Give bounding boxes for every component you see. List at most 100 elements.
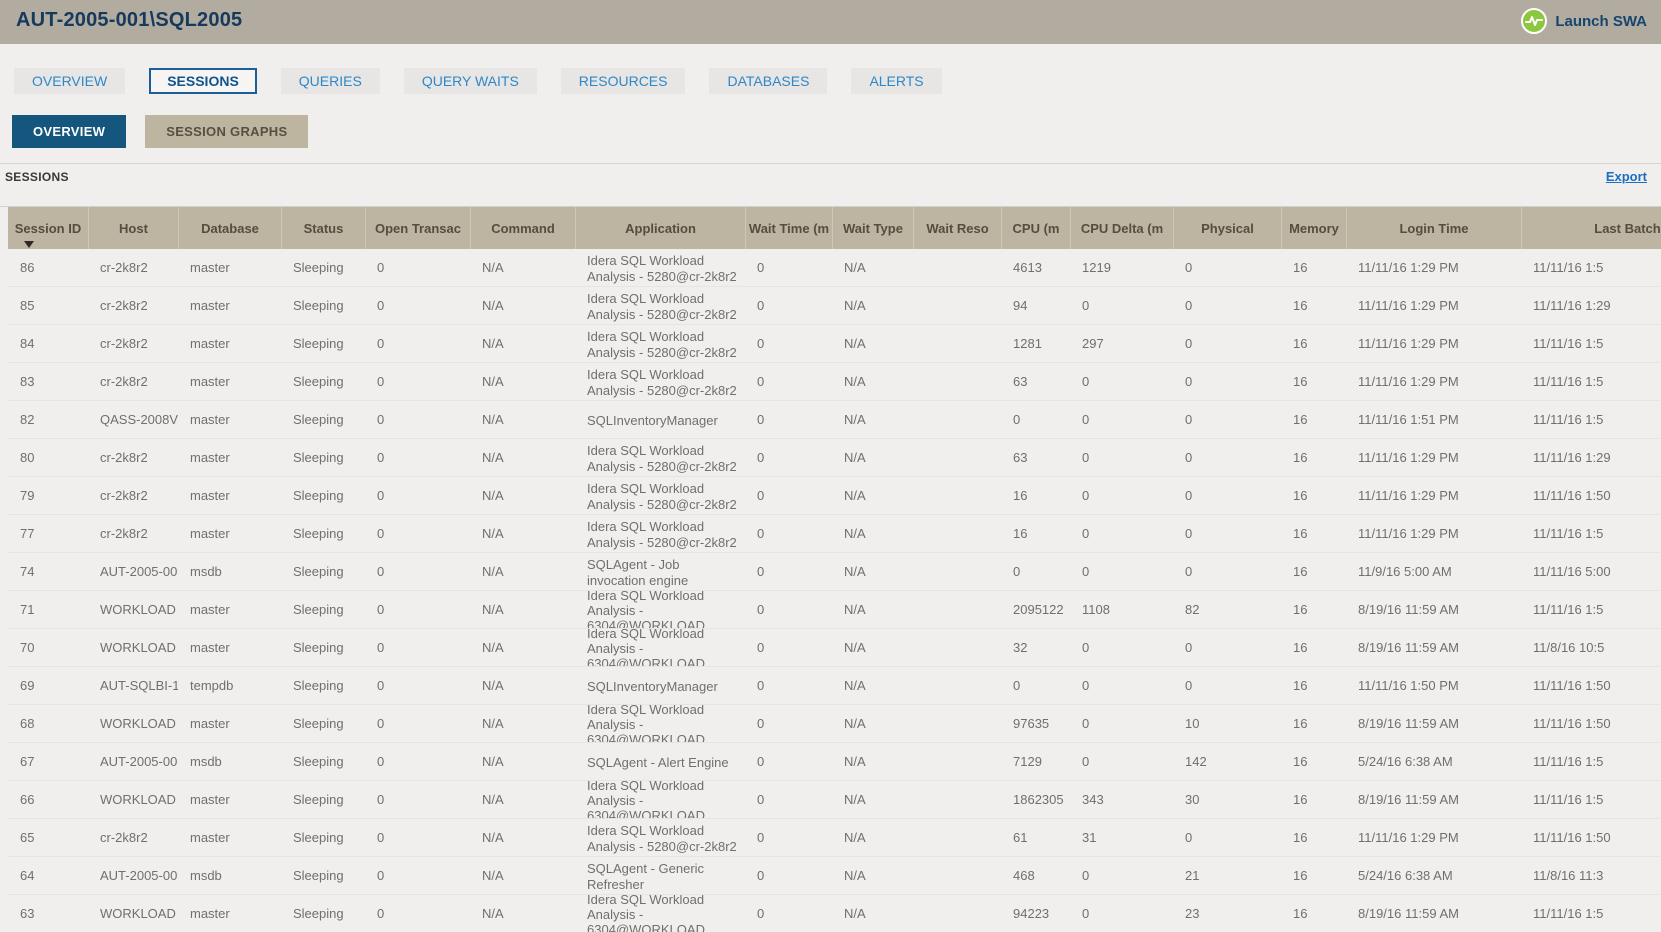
cell-session_id: 64	[8, 857, 88, 894]
cell-open_trans: 0	[365, 895, 470, 932]
cell-memory: 16	[1281, 249, 1346, 286]
cell-cpu_delta: 0	[1070, 857, 1173, 894]
cell-wait_time: 0	[745, 477, 832, 514]
cell-cpu_delta: 0	[1070, 743, 1173, 780]
cell-wait_type: N/A	[832, 781, 913, 818]
table-row[interactable]: 84cr-2k8r2masterSleeping0N/AIdera SQL Wo…	[8, 325, 1661, 363]
cell-command: N/A	[470, 363, 575, 400]
column-header-memory[interactable]: Memory	[1281, 207, 1346, 249]
cell-status: Sleeping	[281, 743, 365, 780]
column-header-last_batch[interactable]: Last Batch	[1521, 207, 1661, 249]
cell-physical: 0	[1173, 249, 1281, 286]
cell-command: N/A	[470, 249, 575, 286]
cell-open_trans: 0	[365, 667, 470, 704]
table-row[interactable]: 83cr-2k8r2masterSleeping0N/AIdera SQL Wo…	[8, 363, 1661, 401]
cell-last_batch: 11/8/16 11:3	[1521, 857, 1661, 894]
tab-query-waits[interactable]: QUERY WAITS	[404, 68, 537, 94]
column-header-command[interactable]: Command	[470, 207, 575, 249]
cell-login_time: 8/19/16 11:59 AM	[1346, 705, 1521, 742]
cell-cpu_delta: 0	[1070, 629, 1173, 666]
table-row[interactable]: 77cr-2k8r2masterSleeping0N/AIdera SQL Wo…	[8, 515, 1661, 553]
table-row[interactable]: 79cr-2k8r2masterSleeping0N/AIdera SQL Wo…	[8, 477, 1661, 515]
cell-application: Idera SQL Workload Analysis - 6304@WORKL…	[575, 781, 745, 818]
column-header-open_trans[interactable]: Open Transac	[365, 207, 470, 249]
launch-swa-button[interactable]: Launch SWA	[1521, 8, 1647, 34]
table-row[interactable]: 85cr-2k8r2masterSleeping0N/AIdera SQL Wo…	[8, 287, 1661, 325]
table-row[interactable]: 67AUT-2005-001msdbSleeping0N/ASQLAgent -…	[8, 743, 1661, 781]
cell-application: SQLInventoryManager	[575, 667, 745, 704]
cell-last_batch: 11/11/16 1:50	[1521, 667, 1661, 704]
cell-status: Sleeping	[281, 249, 365, 286]
cell-session_id: 70	[8, 629, 88, 666]
tab-overview[interactable]: OVERVIEW	[14, 68, 125, 94]
cell-cpu: 63	[1001, 439, 1070, 476]
cell-database: master	[178, 439, 281, 476]
cell-wait_reso	[913, 667, 1001, 704]
cell-open_trans: 0	[365, 819, 470, 856]
cell-database: master	[178, 401, 281, 438]
cell-wait_reso	[913, 743, 1001, 780]
cell-status: Sleeping	[281, 781, 365, 818]
table-row[interactable]: 68WORKLOADmasterSleeping0N/AIdera SQL Wo…	[8, 705, 1661, 743]
cell-physical: 30	[1173, 781, 1281, 818]
cell-wait_time: 0	[745, 439, 832, 476]
column-header-cpu[interactable]: CPU (m	[1001, 207, 1070, 249]
column-header-physical[interactable]: Physical	[1173, 207, 1281, 249]
table-row[interactable]: 65cr-2k8r2masterSleeping0N/AIdera SQL Wo…	[8, 819, 1661, 857]
cell-wait_time: 0	[745, 363, 832, 400]
cell-login_time: 11/11/16 1:29 PM	[1346, 249, 1521, 286]
cell-open_trans: 0	[365, 553, 470, 590]
column-header-login_time[interactable]: Login Time	[1346, 207, 1521, 249]
table-row[interactable]: 66WORKLOADmasterSleeping0N/AIdera SQL Wo…	[8, 781, 1661, 819]
cell-wait_reso	[913, 477, 1001, 514]
tab-sessions[interactable]: SESSIONS	[149, 68, 257, 94]
tab-alerts[interactable]: ALERTS	[851, 68, 941, 94]
cell-session_id: 84	[8, 325, 88, 362]
cell-session_id: 80	[8, 439, 88, 476]
table-row[interactable]: 70WORKLOADmasterSleeping0N/AIdera SQL Wo…	[8, 629, 1661, 667]
cell-open_trans: 0	[365, 781, 470, 818]
cell-database: master	[178, 895, 281, 932]
cell-status: Sleeping	[281, 325, 365, 362]
cell-wait_type: N/A	[832, 477, 913, 514]
column-header-cpu_delta[interactable]: CPU Delta (m	[1070, 207, 1173, 249]
column-header-session_id[interactable]: Session ID	[8, 207, 88, 249]
cell-application: Idera SQL Workload Analysis - 5280@cr-2k…	[575, 439, 745, 476]
column-header-wait_time[interactable]: Wait Time (m	[745, 207, 832, 249]
table-row[interactable]: 80cr-2k8r2masterSleeping0N/AIdera SQL Wo…	[8, 439, 1661, 477]
subtab-session-graphs[interactable]: SESSION GRAPHS	[145, 115, 308, 148]
cell-login_time: 11/11/16 1:29 PM	[1346, 477, 1521, 514]
column-header-database[interactable]: Database	[178, 207, 281, 249]
tab-queries[interactable]: QUERIES	[281, 68, 380, 94]
export-link[interactable]: Export	[1606, 169, 1647, 184]
column-header-wait_reso[interactable]: Wait Reso	[913, 207, 1001, 249]
tab-databases[interactable]: DATABASES	[709, 68, 827, 94]
table-row[interactable]: 86cr-2k8r2masterSleeping0N/AIdera SQL Wo…	[8, 249, 1661, 287]
cell-open_trans: 0	[365, 857, 470, 894]
table-row[interactable]: 63WORKLOADmasterSleeping0N/AIdera SQL Wo…	[8, 895, 1661, 932]
table-row[interactable]: 69AUT-SQLBI-112tempdbSleeping0N/ASQLInve…	[8, 667, 1661, 705]
cell-application: Idera SQL Workload Analysis - 6304@WORKL…	[575, 895, 745, 932]
cell-status: Sleeping	[281, 515, 365, 552]
subtab-overview[interactable]: OVERVIEW	[12, 115, 126, 148]
column-header-host[interactable]: Host	[88, 207, 178, 249]
cell-cpu_delta: 0	[1070, 401, 1173, 438]
column-header-wait_type[interactable]: Wait Type	[832, 207, 913, 249]
cell-command: N/A	[470, 629, 575, 666]
column-header-status[interactable]: Status	[281, 207, 365, 249]
table-row[interactable]: 64AUT-2005-001msdbSleeping0N/ASQLAgent -…	[8, 857, 1661, 895]
table-row[interactable]: 82QASS-2008VM6masterSleeping0N/ASQLInven…	[8, 401, 1661, 439]
cell-wait_reso	[913, 857, 1001, 894]
cell-last_batch: 11/11/16 1:5	[1521, 743, 1661, 780]
cell-session_id: 63	[8, 895, 88, 932]
column-header-application[interactable]: Application	[575, 207, 745, 249]
tab-resources[interactable]: RESOURCES	[561, 68, 686, 94]
cell-cpu_delta: 0	[1070, 477, 1173, 514]
cell-memory: 16	[1281, 477, 1346, 514]
cell-memory: 16	[1281, 781, 1346, 818]
cell-command: N/A	[470, 553, 575, 590]
cell-wait_reso	[913, 439, 1001, 476]
table-row[interactable]: 71WORKLOADmasterSleeping0N/AIdera SQL Wo…	[8, 591, 1661, 629]
table-row[interactable]: 74AUT-2005-001msdbSleeping0N/ASQLAgent -…	[8, 553, 1661, 591]
cell-cpu_delta: 0	[1070, 515, 1173, 552]
